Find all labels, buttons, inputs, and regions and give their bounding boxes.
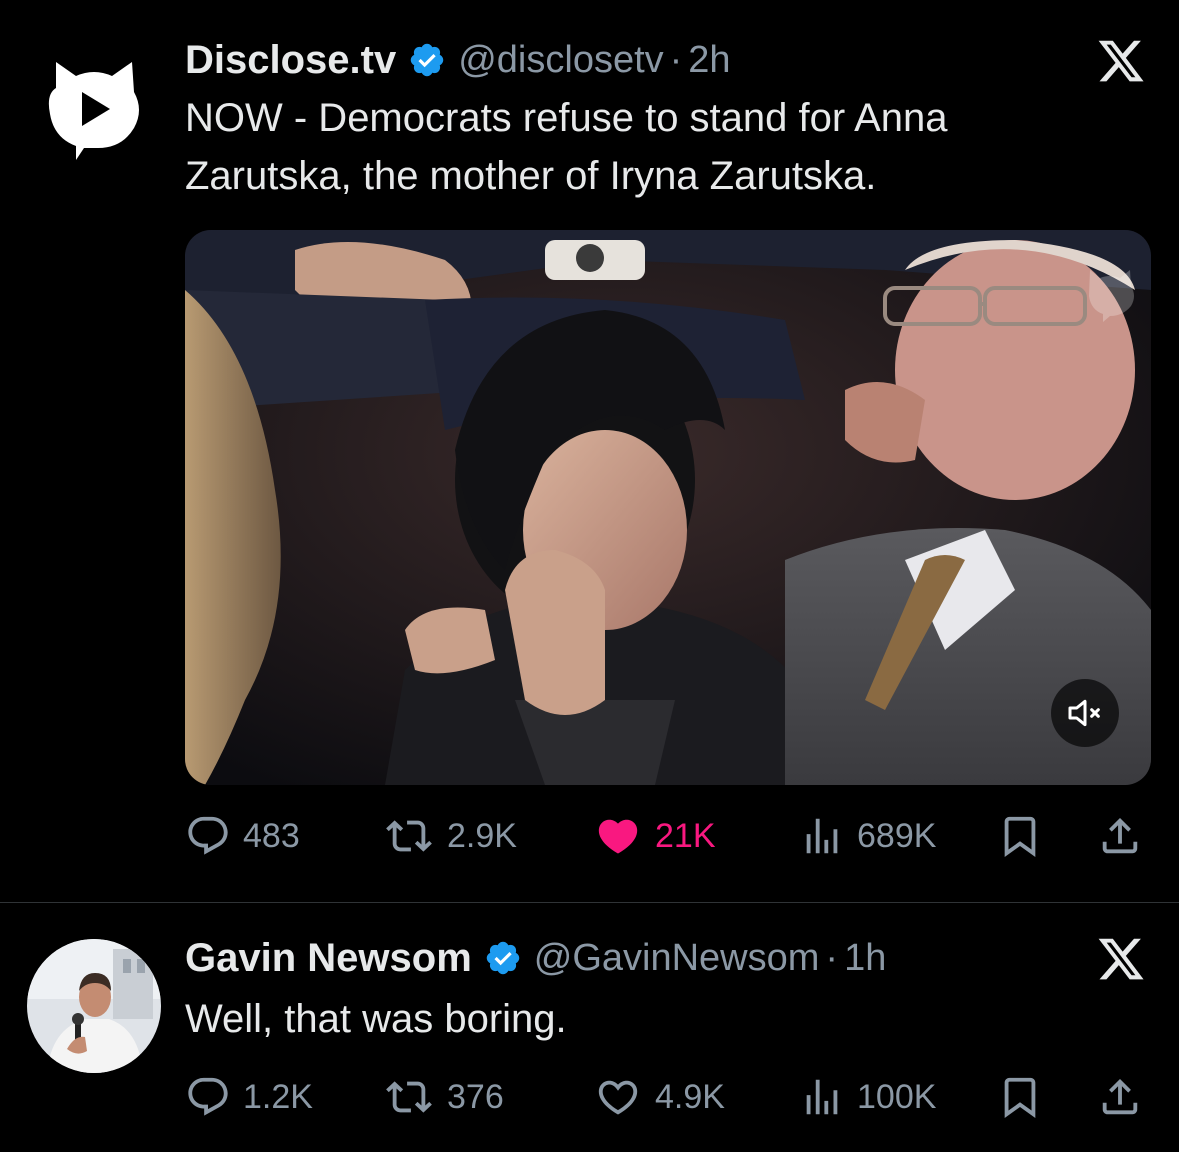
bookmark-button[interactable] [997, 1067, 1055, 1127]
reply-count: 483 [243, 816, 300, 855]
share-button[interactable] [1097, 806, 1155, 866]
repost-count: 376 [447, 1077, 504, 1116]
bookmark-icon [1004, 1077, 1036, 1118]
speaker-muted-icon [1068, 699, 1100, 727]
avatar-disclosetv[interactable] [42, 52, 147, 160]
timestamp[interactable]: 2h [688, 39, 730, 82]
tweet-actions: 483 2.9K 21K 689K [185, 806, 1145, 866]
tweet-text-line-2: Zarutska, the mother of Iryna Zarutska. [185, 154, 877, 198]
share-icon [1102, 1078, 1138, 1115]
like-button[interactable]: 4.9K [593, 1067, 725, 1127]
author-handle[interactable]: @disclosetv [458, 39, 663, 82]
like-button[interactable]: 21K [593, 806, 716, 866]
views-count: 100K [857, 1077, 937, 1116]
tweet-text-line-1: NOW - Democrats refuse to stand for Anna [185, 96, 948, 140]
reply-icon [188, 816, 228, 855]
views-chart-icon [806, 1079, 838, 1115]
views-chart-icon [806, 818, 838, 854]
like-count: 4.9K [655, 1077, 725, 1116]
dot-separator: · [669, 38, 683, 81]
bookmark-button[interactable] [997, 806, 1055, 866]
x-logo-icon [1098, 40, 1144, 82]
timestamp[interactable]: 1h [844, 937, 886, 980]
heart-outline-icon [598, 1080, 638, 1115]
author-name[interactable]: Gavin Newsom [185, 936, 472, 981]
dot-separator: · [825, 936, 839, 979]
heart-filled-icon [598, 819, 638, 854]
verified-badge-icon [410, 43, 444, 77]
views-button[interactable]: 100K [799, 1067, 936, 1127]
like-count: 21K [655, 816, 716, 855]
tweet-actions: 1.2K 376 4.9K 100K [185, 1067, 1145, 1127]
repost-icon [386, 820, 432, 852]
repost-button[interactable]: 376 [383, 1067, 504, 1127]
tweet-disclosetv[interactable]: Disclose.tv @disclosetv · 2h NOW - Democ… [0, 0, 1179, 900]
views-count: 689K [857, 816, 937, 855]
video-frame [185, 230, 1151, 785]
avatar-gavinnewsom[interactable] [27, 939, 161, 1073]
repost-count: 2.9K [447, 816, 517, 855]
author-handle[interactable]: @GavinNewsom [534, 937, 820, 980]
bookmark-icon [1004, 816, 1036, 857]
repost-icon [386, 1081, 432, 1113]
reply-count: 1.2K [243, 1077, 313, 1116]
avatar-photo [27, 939, 161, 1073]
x-logo-icon [1098, 938, 1144, 980]
share-icon [1102, 817, 1138, 854]
share-button[interactable] [1097, 1067, 1155, 1127]
tweet-text: Well, that was boring. [185, 997, 567, 1041]
tweet-text: NOW - Democrats refuse to stand for Anna… [185, 89, 948, 205]
views-button[interactable]: 689K [799, 806, 936, 866]
reply-button[interactable]: 483 [185, 806, 300, 866]
tweet-gavinnewsom[interactable]: Gavin Newsom @GavinNewsom · 1h Well, tha… [0, 903, 1179, 1152]
disclosetv-logo-icon [48, 62, 139, 160]
reply-button[interactable]: 1.2K [185, 1067, 313, 1127]
reply-icon [188, 1077, 228, 1116]
tweet-video[interactable] [185, 230, 1151, 785]
verified-badge-icon [486, 941, 519, 975]
author-name[interactable]: Disclose.tv [185, 38, 396, 83]
repost-button[interactable]: 2.9K [383, 806, 517, 866]
mute-button[interactable] [1051, 679, 1119, 747]
